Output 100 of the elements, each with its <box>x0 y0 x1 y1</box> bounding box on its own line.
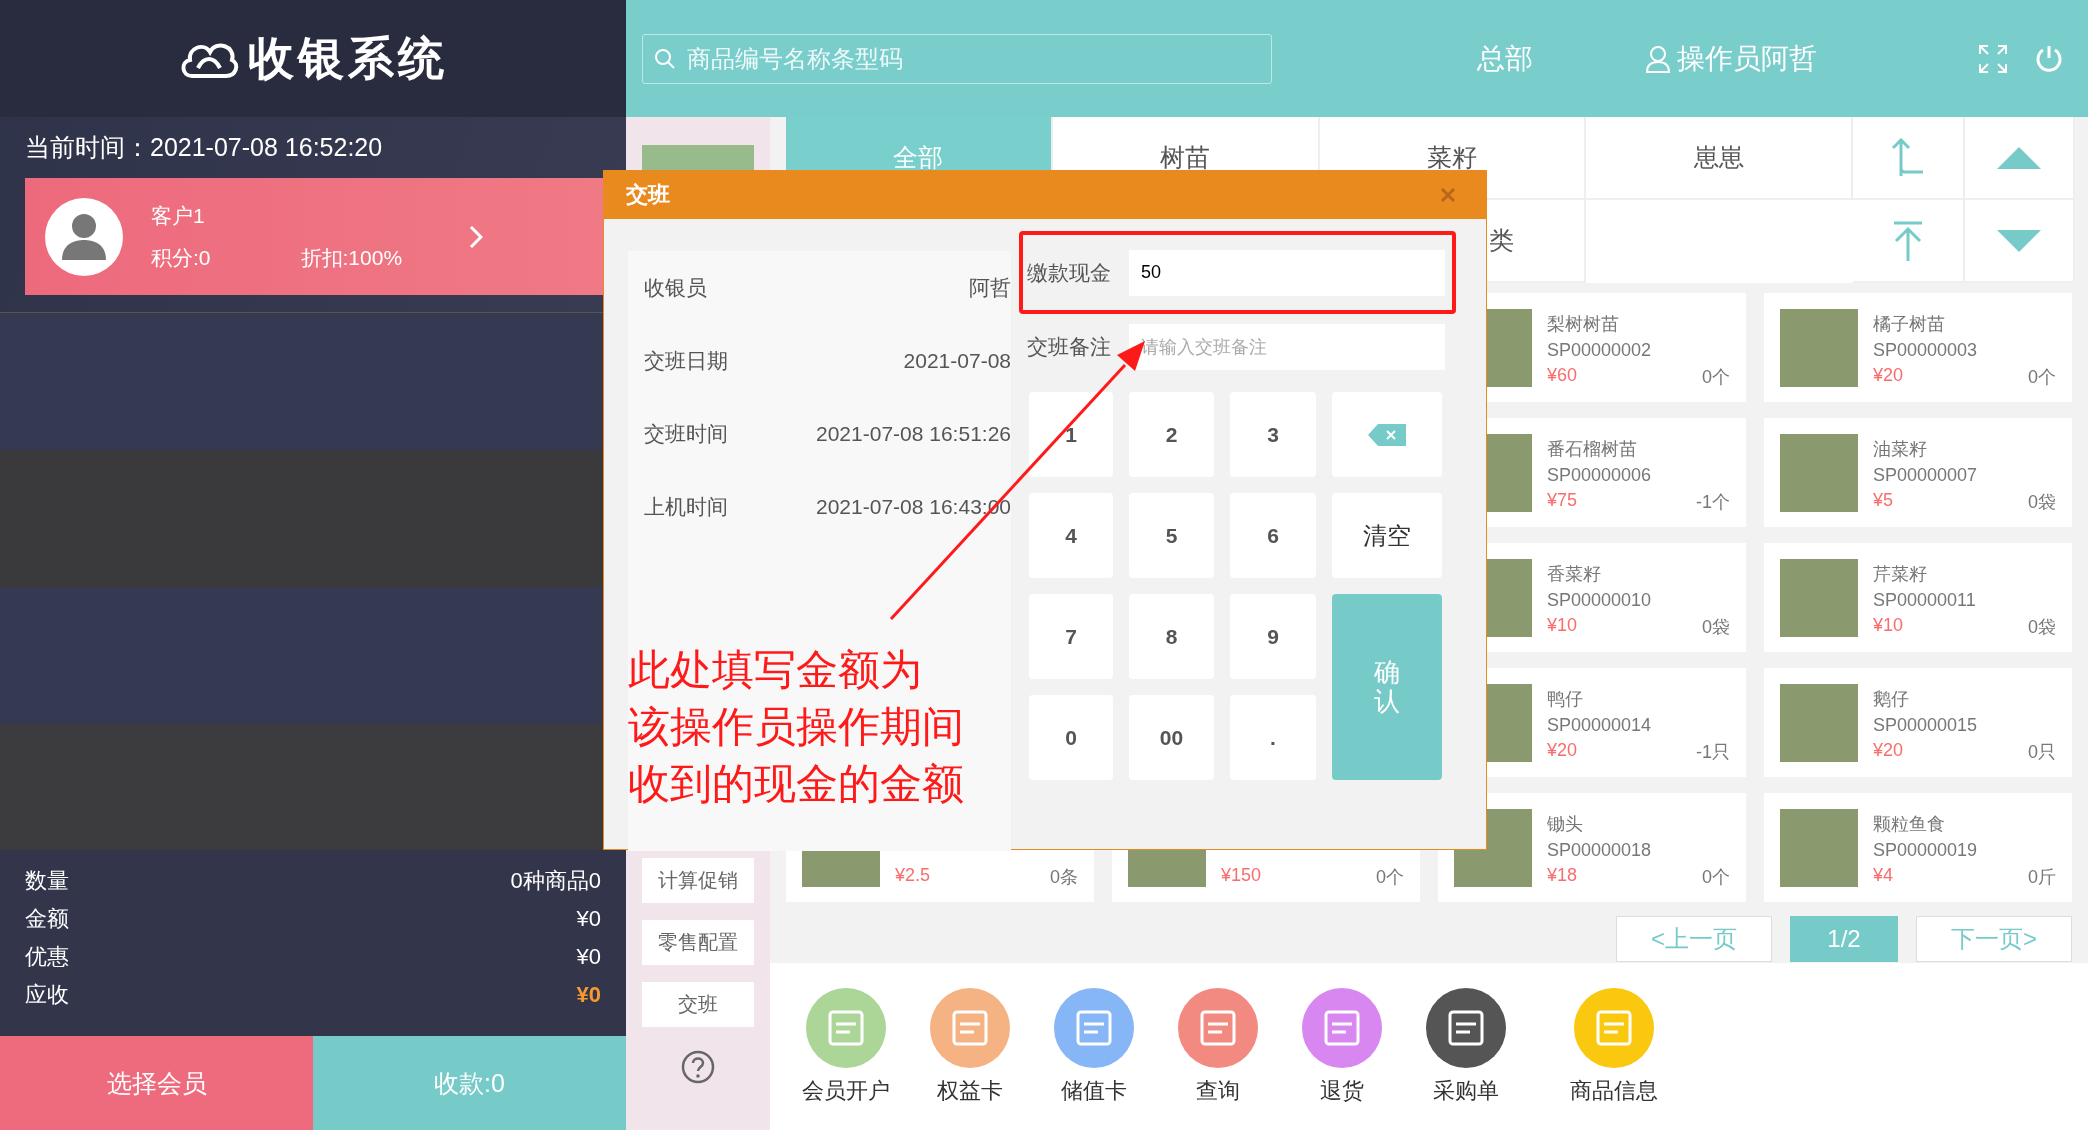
power-icon[interactable] <box>2034 43 2064 74</box>
product-price: ¥75 <box>1547 489 1578 512</box>
product-card[interactable]: 鹅仔 SP00000015 ¥20 0只 <box>1764 668 2072 777</box>
category-tab[interactable]: 崽崽 <box>1586 117 1853 200</box>
product-code: SP00000019 <box>1873 839 1979 861</box>
chevron-right-icon <box>469 224 483 249</box>
product-price: ¥10 <box>1547 614 1578 637</box>
note-input[interactable]: 请输入交班备注 <box>1129 324 1445 370</box>
summary-value: ¥0 <box>576 905 601 932</box>
note-label: 交班备注 <box>1027 334 1112 360</box>
product-code: SP00000010 <box>1547 589 1653 611</box>
cash-label: 缴款现金 <box>1027 259 1112 286</box>
info-label: 交班时间 <box>644 420 728 447</box>
product-name: 鸭仔 <box>1547 687 1584 711</box>
logo-text: 收银系统 <box>248 29 448 87</box>
product-name: 油菜籽 <box>1873 437 1928 461</box>
time-label: 当前时间： <box>25 132 150 163</box>
toolbar-button[interactable]: 查询 <box>1170 987 1266 1106</box>
product-code: SP00000014 <box>1547 714 1653 736</box>
product-price: ¥20 <box>1547 739 1578 762</box>
keypad-key[interactable]: 7 <box>1029 594 1113 679</box>
search-field[interactable]: 商品编号名称条型码 <box>642 33 1272 84</box>
keypad-key[interactable]: 00 <box>1129 695 1214 780</box>
product-price: ¥18 <box>1547 864 1578 887</box>
keypad-key[interactable]: 0 <box>1029 695 1113 780</box>
side-button[interactable]: 交班 <box>642 982 754 1027</box>
product-card[interactable]: 油菜籽 SP00000007 ¥5 0袋 <box>1764 418 2072 527</box>
product-name: 芹菜籽 <box>1873 562 1928 586</box>
product-price: ¥150 <box>1221 864 1262 887</box>
summary-label: 金额 <box>25 904 69 933</box>
summary-label: 数量 <box>25 866 69 895</box>
toolbar-button[interactable]: 商品信息 <box>1566 987 1662 1106</box>
product-card[interactable]: 锄头 SP00000018 ¥18 0个 <box>1438 793 1746 902</box>
product-price: ¥4 <box>1873 864 1894 887</box>
keypad-key[interactable]: 3 <box>1230 392 1316 477</box>
product-price: ¥20 <box>1873 364 1904 387</box>
product-stock: 0斤 <box>2028 865 2056 889</box>
arrow-to-top-icon[interactable] <box>1853 200 1965 283</box>
product-stock: 0袋 <box>2028 490 2056 514</box>
triangle-up-icon[interactable] <box>1965 117 2075 200</box>
product-stock: 0个 <box>2028 365 2056 389</box>
product-code: SP00000011 <box>1873 589 1977 611</box>
product-card[interactable]: 芹菜籽 SP00000011 ¥10 0袋 <box>1764 543 2072 652</box>
product-name: 鹅仔 <box>1873 687 1910 711</box>
product-code: SP00000018 <box>1547 839 1653 861</box>
triangle-down-icon[interactable] <box>1965 200 2075 283</box>
product-stock: 0条 <box>1050 865 1078 889</box>
product-price: ¥20 <box>1873 739 1904 762</box>
product-stock: 0个 <box>1702 365 1730 389</box>
keypad-key[interactable]: 9 <box>1230 594 1316 679</box>
summary-label: 应收 <box>25 980 69 1009</box>
product-name: 梨树树苗 <box>1547 312 1620 336</box>
product-code: SP00000007 <box>1873 464 1979 486</box>
side-button[interactable]: 计算促销 <box>642 858 754 903</box>
keypad-key[interactable]: 2 <box>1129 392 1214 477</box>
product-price: ¥5 <box>1873 489 1894 512</box>
product-price: ¥60 <box>1547 364 1578 387</box>
backspace-key[interactable] <box>1332 392 1442 477</box>
dialog-title: 交班 <box>626 181 670 209</box>
product-name: 锄头 <box>1547 812 1584 836</box>
keypad-key[interactable]: 1 <box>1029 392 1113 477</box>
keypad-key[interactable]: 5 <box>1129 493 1214 578</box>
side-button[interactable]: 零售配置 <box>642 920 754 965</box>
product-card[interactable]: 颗粒鱼食 SP00000019 ¥4 0斤 <box>1764 793 2072 902</box>
info-label: 上机时间 <box>644 493 728 520</box>
product-code: SP00000006 <box>1547 464 1653 486</box>
product-price: ¥2.5 <box>895 864 931 887</box>
fullscreen-icon[interactable] <box>1978 43 2008 74</box>
help-icon[interactable] <box>681 1050 715 1084</box>
product-card[interactable]: 橘子树苗 SP00000003 ¥20 0个 <box>1764 293 2072 402</box>
clear-key[interactable]: 清空 <box>1332 493 1442 578</box>
keypad-key[interactable]: . <box>1230 695 1316 780</box>
toolbar-button[interactable]: 储值卡 <box>1046 987 1142 1106</box>
current-time: 2021-07-08 16:52:20 <box>150 133 383 162</box>
info-label: 交班日期 <box>644 347 728 374</box>
keypad-key[interactable]: 4 <box>1029 493 1113 578</box>
page-indicator: 1/2 <box>1790 916 1898 962</box>
product-name: 橘子树苗 <box>1873 312 1946 336</box>
info-value: 2021-07-08 <box>903 348 1011 373</box>
summary-value: ¥0 <box>576 943 601 970</box>
toolbar-button[interactable]: 采购单 <box>1418 987 1514 1106</box>
product-price: ¥10 <box>1873 614 1904 637</box>
product-name: 番石榴树苗 <box>1547 437 1638 461</box>
keypad-key[interactable]: 8 <box>1129 594 1214 679</box>
toolbar-button[interactable]: 会员开户 <box>798 987 894 1106</box>
toolbar-button[interactable]: 退货 <box>1294 987 1390 1106</box>
annotation-text: 此处填写金额为 该操作员操作期间 收到的现金的金额 <box>628 645 964 809</box>
keypad-key[interactable]: 6 <box>1230 493 1316 578</box>
product-stock: 0个 <box>1376 865 1404 889</box>
toolbar-button[interactable]: 权益卡 <box>922 987 1018 1106</box>
customer-discount: 折扣:100% <box>300 244 403 271</box>
cash-input[interactable]: 50 <box>1129 249 1445 296</box>
close-icon[interactable] <box>1440 187 1456 203</box>
product-stock: 0袋 <box>2028 615 2056 639</box>
product-stock: 0袋 <box>1702 615 1730 639</box>
search-icon <box>654 47 676 70</box>
product-stock: 0只 <box>2028 740 2056 764</box>
info-value: 2021-07-08 16:51:26 <box>816 421 1011 446</box>
customer-points: 积分:0 <box>151 244 211 271</box>
customer-name: 客户1 <box>151 202 206 229</box>
